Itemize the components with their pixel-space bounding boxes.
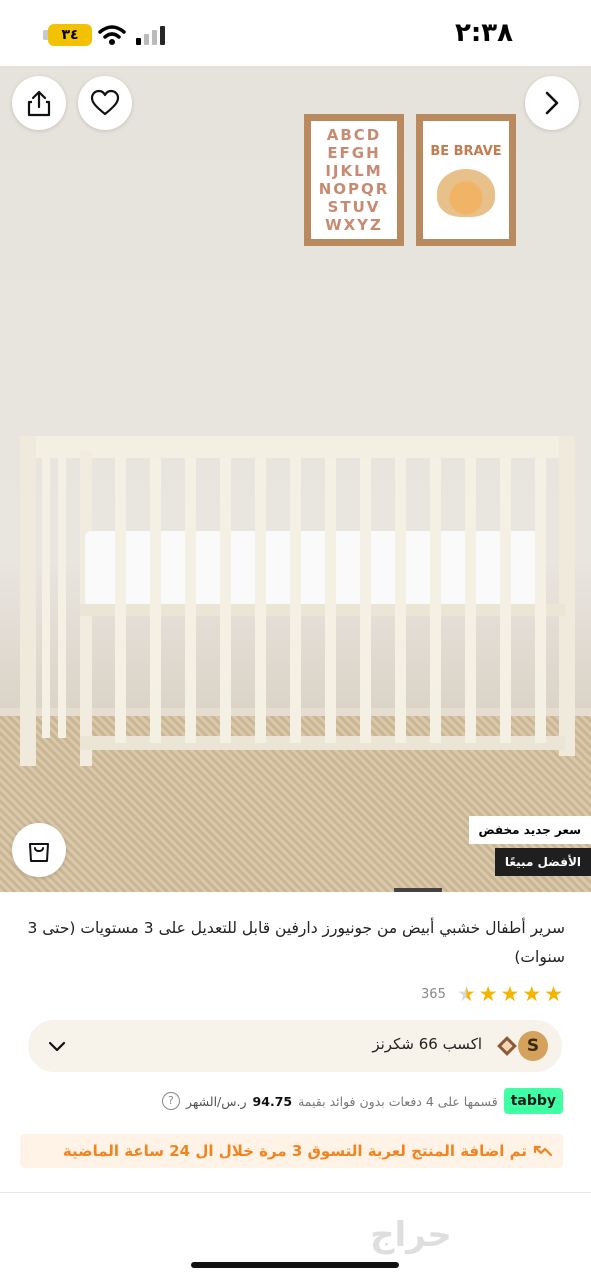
star-icon: ★ xyxy=(478,982,498,1006)
poster-alphabet-text: ABCD EFGH IJKLM NOPQR STUV WXYZ xyxy=(318,126,390,234)
cart-trend-text: تم اضافة المنتج لعربة التسوق 3 مرة خلال … xyxy=(62,1142,527,1160)
favorite-button[interactable] xyxy=(78,76,132,130)
tabby-amount: 94.75 xyxy=(252,1093,293,1109)
status-time: ٢:٣٨ xyxy=(454,18,513,48)
info-icon[interactable]: ? xyxy=(161,1092,180,1110)
star-icon: ★ xyxy=(544,982,563,1006)
crib-illustration xyxy=(20,436,575,766)
cart-button[interactable] xyxy=(12,823,66,877)
chevron-right-icon xyxy=(545,91,559,115)
share-button[interactable] xyxy=(12,76,66,130)
home-indicator[interactable] xyxy=(191,1262,399,1268)
haraj-watermark-logo: حراج xyxy=(370,1215,452,1255)
product-title: سرير أطفال خشبي أبيض من جونيورز دارفين ق… xyxy=(27,919,565,966)
badge-best-seller: الأفضل مبيعًا xyxy=(494,848,591,876)
tabby-logo: tabby xyxy=(503,1088,563,1114)
tabby-unit: ر.س/الشهر xyxy=(185,1093,247,1109)
cart-trend-banner: تم اضافة المنتج لعربة التسوق 3 مرة خلال … xyxy=(20,1134,563,1168)
poster-be-brave: BE BRAVE xyxy=(416,114,516,246)
tabby-installments[interactable]: tabby قسمها على 4 دفعات بدون فوائد بقيمة… xyxy=(112,1088,563,1114)
diamond-icon xyxy=(497,1036,517,1056)
next-image-button[interactable] xyxy=(525,76,579,130)
poster-alphabet: ABCD EFGH IJKLM NOPQR STUV WXYZ xyxy=(304,114,404,246)
points-text: اكسب 66 شكرنز xyxy=(372,1035,482,1053)
product-image-gallery[interactable]: ABCD EFGH IJKLM NOPQR STUV WXYZ BE BRAVE xyxy=(0,66,591,892)
lion-illustration xyxy=(437,168,495,217)
section-divider xyxy=(0,1192,591,1193)
rating-count: 365 xyxy=(421,986,446,1002)
share-icon xyxy=(27,90,51,117)
image-pager-indicator xyxy=(394,888,442,892)
heart-icon xyxy=(90,89,120,116)
poster-brave-text: BE BRAVE xyxy=(430,143,502,159)
signal-icon xyxy=(136,26,165,45)
star-half-icon: ★ xyxy=(456,982,476,1006)
status-bar: ٢:٣٨ ٣٤ xyxy=(0,0,591,66)
product-rating[interactable]: ★ ★ ★ ★ ★ 365 xyxy=(421,982,563,1006)
product-page: ٢:٣٨ ٣٤ ABCD EFGH IJKLM NOPQR STUV WXYZ xyxy=(0,0,591,1280)
tabby-text: قسمها على 4 دفعات بدون فوائد بقيمة xyxy=(298,1093,498,1109)
chevron-down-icon[interactable] xyxy=(46,1035,68,1057)
star-icon: ★ xyxy=(522,982,542,1006)
badge-discount: سعر جديد مخفض xyxy=(468,816,591,844)
shopping-bag-icon xyxy=(29,843,49,862)
points-coin-icon: S xyxy=(518,1031,548,1061)
points-card[interactable]: S اكسب 66 شكرنز xyxy=(28,1020,562,1072)
wifi-icon xyxy=(98,25,126,45)
battery-icon: ٣٤ xyxy=(48,24,92,46)
trending-up-icon xyxy=(533,1145,553,1157)
star-icon: ★ xyxy=(500,982,520,1006)
